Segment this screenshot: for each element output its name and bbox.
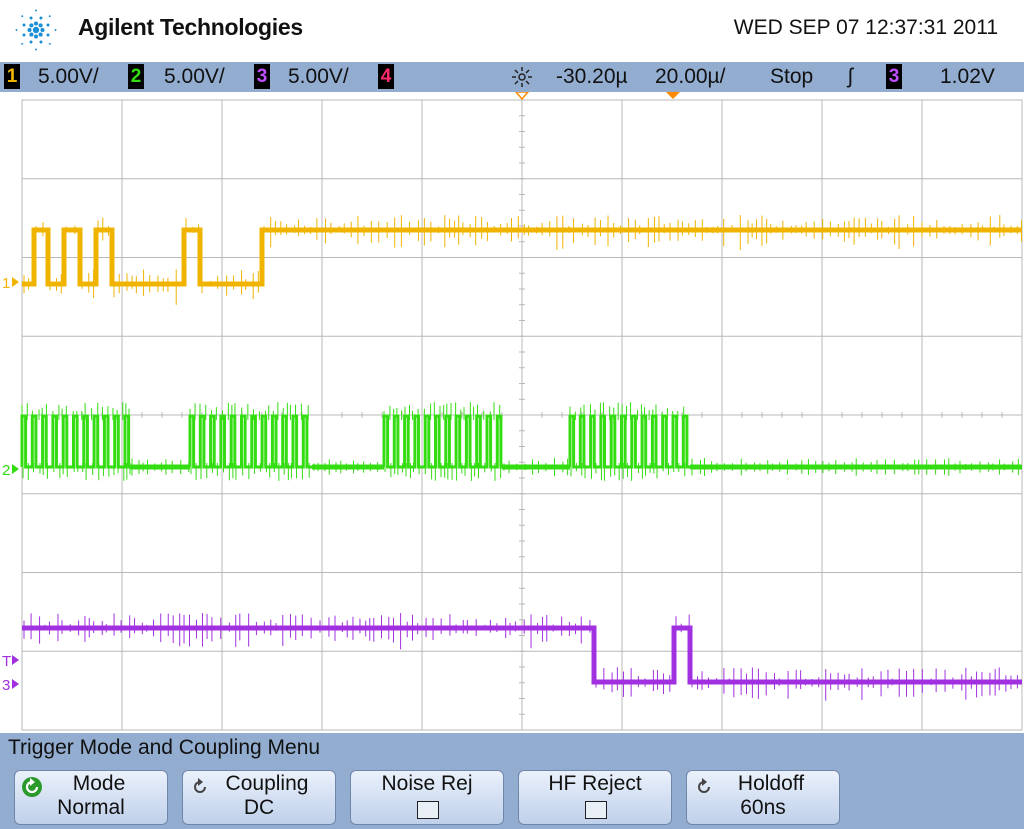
mode-label: Mode [72, 772, 126, 795]
channel-1-ground-marker: 1 [2, 275, 10, 292]
trigger-level-marker: T [2, 653, 11, 670]
holdoff-label: Holdoff [737, 772, 805, 795]
holdoff-softkey[interactable]: Holdoff 60ns [686, 770, 840, 825]
trigger-source-indicator: 3 [886, 64, 902, 89]
coupling-value: DC [243, 796, 275, 819]
date-time: WED SEP 07 12:37:31 2011 [733, 16, 998, 39]
coupling-label: Coupling [225, 772, 309, 795]
status-bar: 1 5.00V/ 2 5.00V/ 3 5.00V/ 4 -30.20µ 20.… [0, 62, 1024, 92]
delay-knob-icon [512, 67, 532, 87]
hf-reject-softkey[interactable]: HF Reject [518, 770, 672, 825]
channel-2-ground-marker: 2 [2, 462, 10, 479]
menu-title: Trigger Mode and Coupling Menu [8, 736, 321, 759]
channel-3-ground-marker: 3 [2, 677, 10, 694]
softkey-menu: Trigger Mode and Coupling Menu Mode Norm… [0, 733, 1024, 829]
mode-value: Normal [57, 796, 125, 819]
channel-1-scale: 5.00V/ [38, 65, 99, 88]
holdoff-value: 60ns [740, 796, 786, 819]
noise-reject-label: Noise Rej [381, 772, 473, 795]
header: Agilent Technologies WED SEP 07 12:37:31… [0, 0, 1024, 62]
graticule-grid [21, 91, 1023, 731]
brand-name: Agilent Technologies [78, 14, 303, 40]
horizontal-delay: -30.20µ [556, 65, 628, 88]
channel-2-scale: 5.00V/ [164, 65, 225, 88]
noise-reject-checkbox[interactable] [417, 801, 439, 819]
hf-reject-label: HF Reject [548, 772, 642, 795]
trigger-edge-icon: ʃ [848, 65, 853, 88]
channel-2-indicator[interactable]: 2 [128, 64, 144, 89]
noise-reject-softkey[interactable]: Noise Rej [350, 770, 504, 825]
coupling-softkey[interactable]: Coupling DC [182, 770, 336, 825]
timebase-scale: 20.00µ/ [655, 65, 726, 88]
channel-3-scale: 5.00V/ [288, 65, 349, 88]
mode-softkey[interactable]: Mode Normal [14, 770, 168, 825]
channel-markers: 1 2 T 3 [2, 275, 19, 694]
waveform-display[interactable]: 1 2 T 3 [0, 91, 1024, 733]
agilent-spark-logo [15, 9, 57, 51]
channel-4-indicator[interactable]: 4 [378, 64, 394, 89]
hf-reject-checkbox[interactable] [585, 801, 607, 819]
channel-1-indicator[interactable]: 1 [4, 64, 20, 89]
trigger-level: 1.02V [940, 65, 995, 88]
channel-3-indicator[interactable]: 3 [254, 64, 270, 89]
run-state: Stop [770, 65, 814, 88]
